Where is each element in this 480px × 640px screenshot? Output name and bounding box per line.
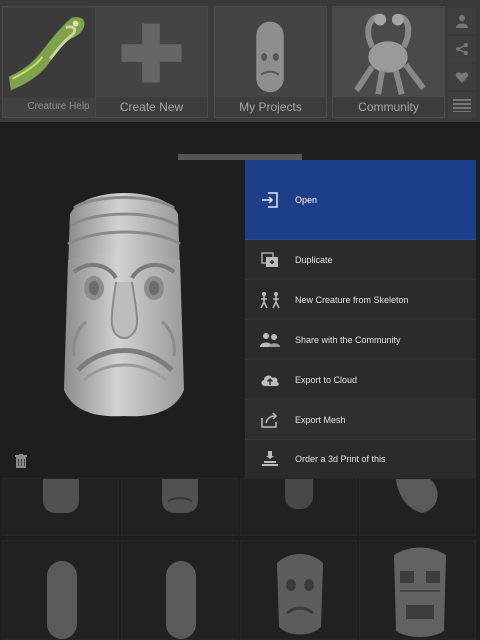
- cloud-icon: [245, 360, 295, 400]
- print-icon: [245, 439, 295, 479]
- tile-label: Create New: [96, 97, 207, 117]
- menu-item-order-3d-print[interactable]: Order a 3d Print of this: [245, 440, 476, 478]
- user-icon[interactable]: [448, 8, 476, 34]
- export-mesh-icon: [245, 400, 295, 440]
- tile-community[interactable]: Community: [332, 6, 445, 118]
- list-icon[interactable]: [448, 92, 476, 118]
- menu-item-duplicate[interactable]: Duplicate: [245, 240, 476, 280]
- app-screen: Creature Help Create New My Projects Com…: [0, 0, 480, 640]
- menu-item-label: New Creature from Skeleton: [295, 294, 409, 305]
- menu-item-open[interactable]: Open: [245, 160, 476, 240]
- tile-my-projects[interactable]: My Projects: [214, 6, 327, 118]
- community-icon: [245, 320, 295, 360]
- menu-item-export-mesh[interactable]: Export Mesh: [245, 400, 476, 440]
- top-navigation: Creature Help Create New My Projects Com…: [0, 0, 480, 122]
- menu-item-new-creature-from-skeleton[interactable]: New Creature from Skeleton: [245, 280, 476, 320]
- menu-item-label: Duplicate: [295, 254, 333, 265]
- tile-label: My Projects: [215, 97, 326, 117]
- skeleton-icon: [245, 280, 295, 320]
- tile-create-new[interactable]: Create New: [95, 6, 208, 118]
- heart-icon[interactable]: [448, 64, 476, 90]
- menu-item-label: Share with the Community: [295, 334, 401, 345]
- plus-icon: [96, 7, 207, 99]
- duplicate-icon: [245, 240, 295, 280]
- menu-item-share-community[interactable]: Share with the Community: [245, 320, 476, 360]
- trash-icon[interactable]: [10, 450, 32, 472]
- menu-item-label: Export to Cloud: [295, 374, 358, 385]
- menu-item-export-cloud[interactable]: Export to Cloud: [245, 360, 476, 400]
- tiki-mask-thumbnail: [215, 7, 326, 99]
- project-preview: [4, 160, 245, 478]
- menu-item-label: Order a 3d Print of this: [295, 454, 386, 464]
- menu-item-label: Open: [295, 194, 318, 205]
- project-context-menu: Open Duplicate New Creature from Skeleto…: [245, 160, 476, 478]
- tiki-mask-sculpt: [64, 193, 184, 417]
- creature-thumbnail: [333, 7, 444, 99]
- share-icon[interactable]: [448, 36, 476, 62]
- side-toolbar: [448, 6, 478, 118]
- tile-label: Community: [333, 97, 444, 117]
- menu-item-label: Export Mesh: [295, 414, 346, 425]
- open-icon: [245, 180, 295, 220]
